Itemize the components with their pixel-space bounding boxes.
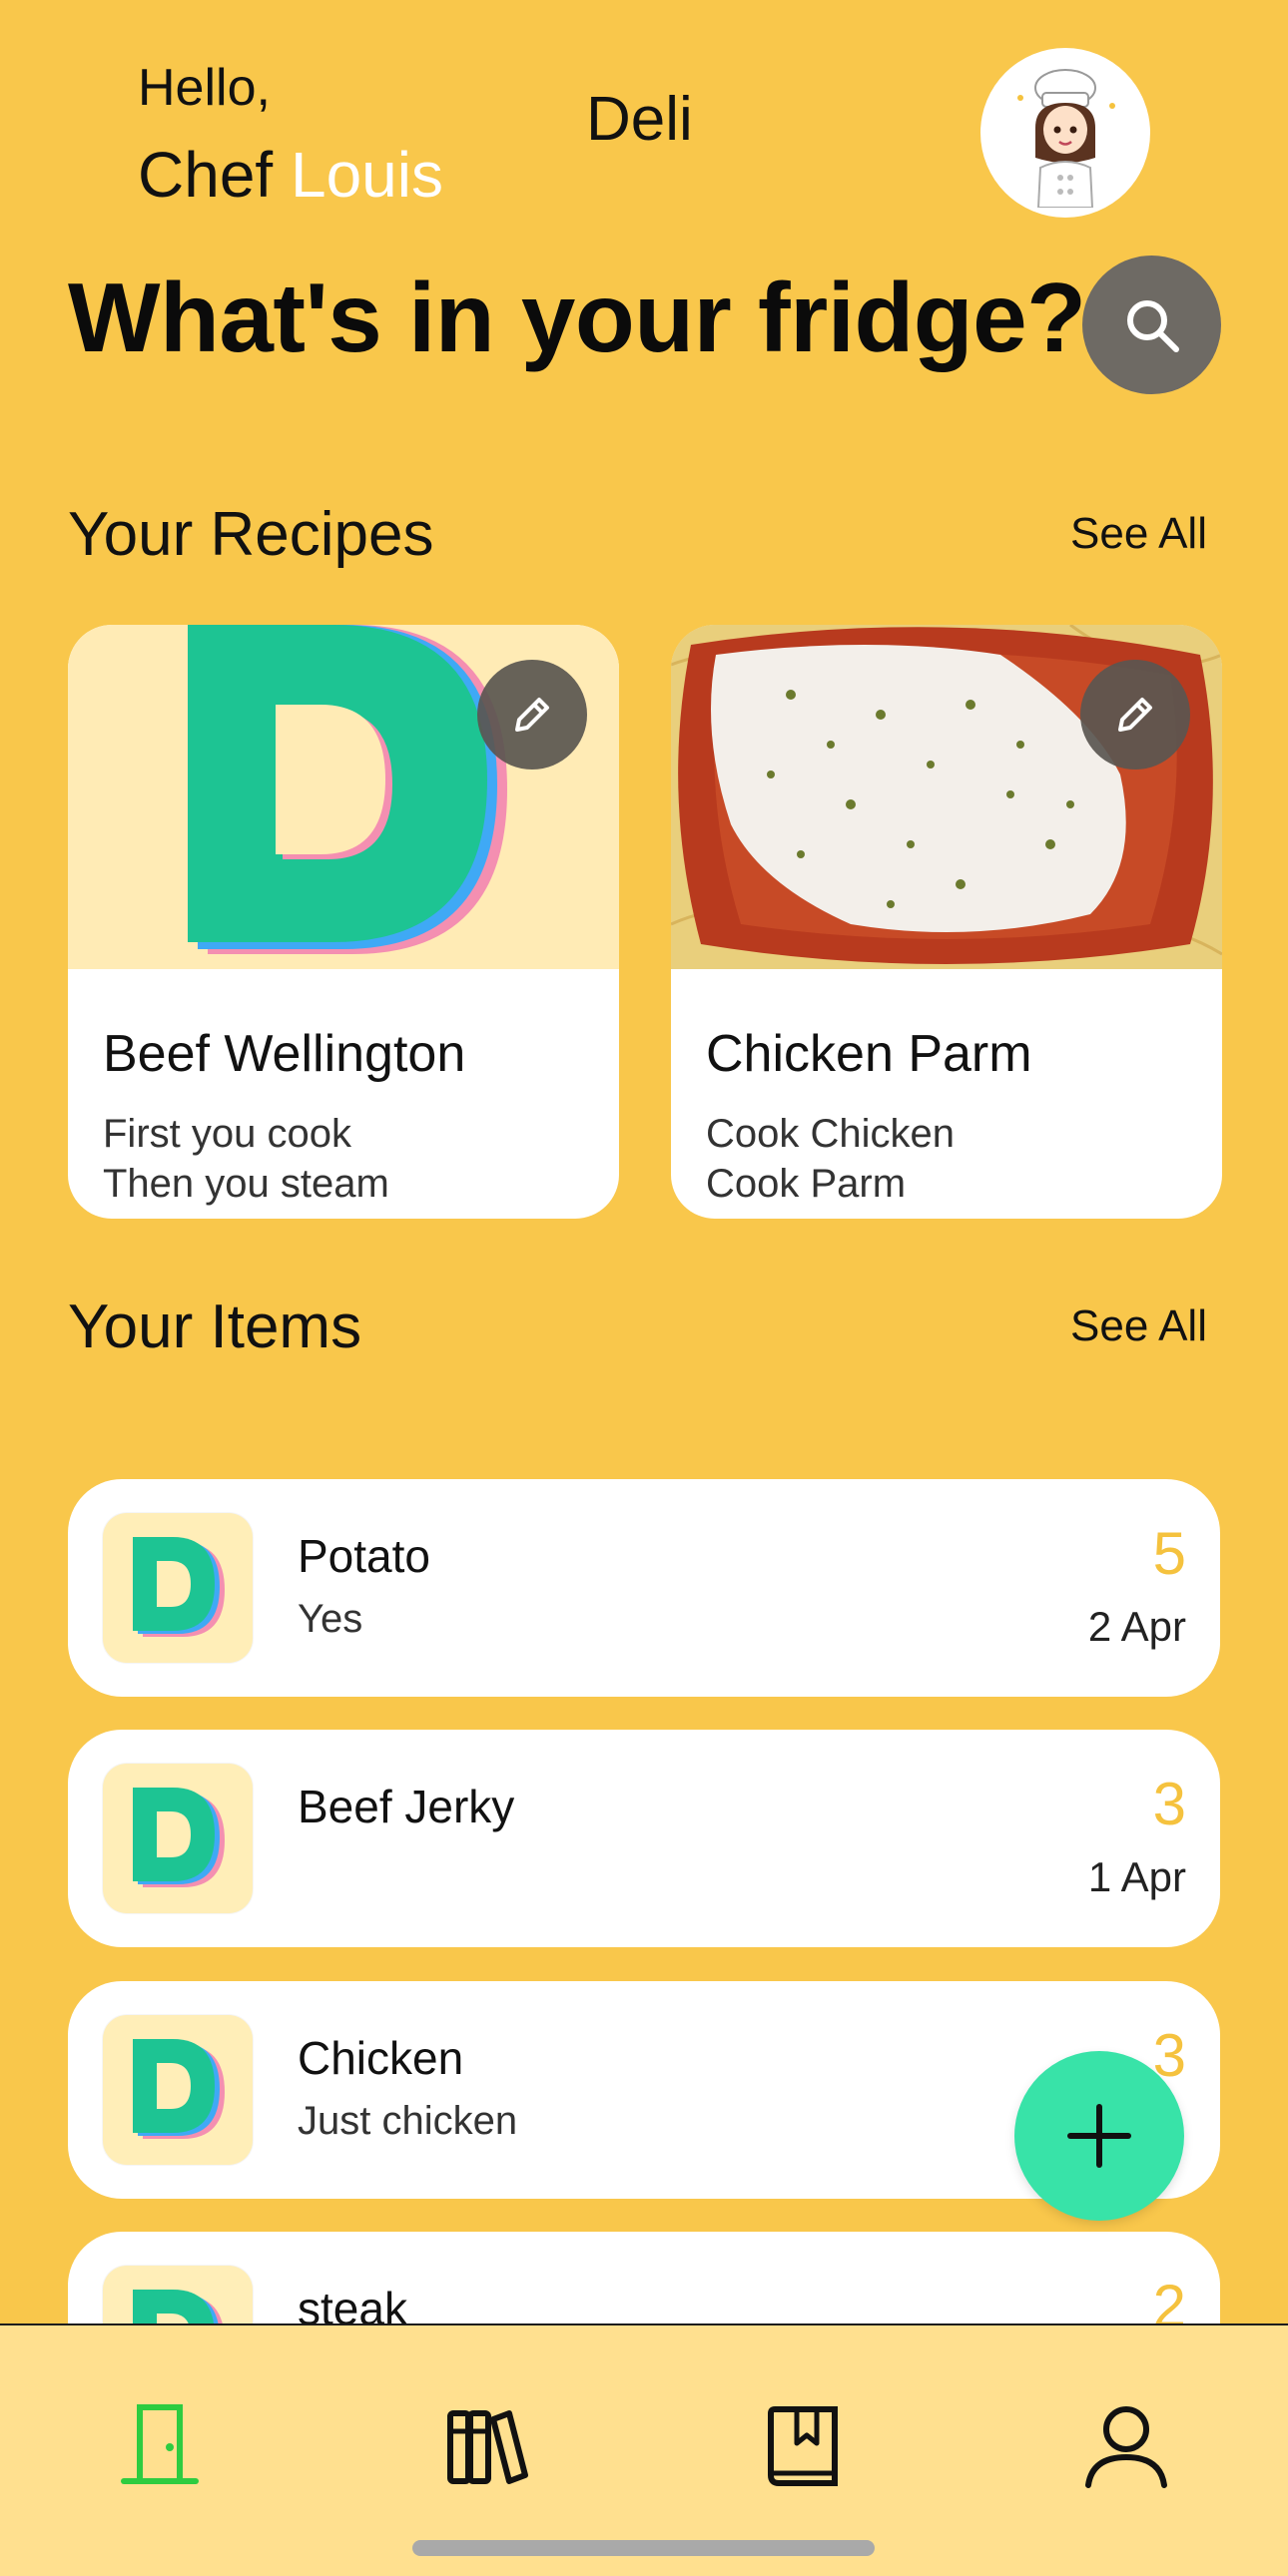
bookmark-book-icon — [768, 2406, 838, 2486]
tab-fridge[interactable] — [100, 2385, 220, 2505]
item-thumbnail — [103, 2015, 253, 2165]
search-button[interactable] — [1082, 256, 1221, 394]
recipe-title: Beef Wellington — [103, 1025, 466, 1083]
item-thumbnail — [103, 1764, 253, 1913]
chef-prefix: Chef — [138, 139, 274, 211]
bottom-tab-bar — [0, 2323, 1288, 2576]
item-name: Potato — [298, 1530, 430, 1582]
tab-recipes[interactable] — [425, 2385, 545, 2505]
pencil-icon — [1118, 698, 1152, 732]
recipe-description-line: Cook Parm — [706, 1162, 907, 1206]
chef-avatar[interactable] — [980, 48, 1150, 218]
door-icon — [121, 2404, 199, 2484]
deli-logo-icon — [133, 1537, 225, 1637]
plus-icon — [1067, 2104, 1131, 2168]
item-name: Beef Jerky — [298, 1781, 515, 1832]
item-date: 2 Apr — [1087, 1603, 1186, 1650]
item-date: 1 Apr — [1087, 1853, 1186, 1900]
item-name: Chicken — [298, 2032, 464, 2084]
home-indicator — [412, 2540, 875, 2556]
edit-recipe-button[interactable] — [1080, 660, 1190, 770]
chef-name-highlight: Louis — [290, 139, 443, 211]
item-row[interactable]: Potato Yes 5 2 Apr — [68, 1479, 1220, 1697]
recipe-card[interactable]: Chicken Parm Cook Chicken Cook Parm — [671, 625, 1222, 1219]
deli-logo-icon — [133, 1788, 225, 1887]
books-icon — [447, 2410, 528, 2484]
item-thumbnail — [103, 1513, 253, 1663]
item-description: Just chicken — [298, 2099, 518, 2143]
item-quantity: 5 — [1152, 1520, 1186, 1587]
items-see-all-link[interactable]: See All — [1070, 1301, 1207, 1351]
tab-saved[interactable] — [745, 2385, 865, 2505]
item-quantity: 3 — [1152, 1771, 1186, 1837]
greeting-text: Hello, — [138, 59, 271, 117]
page-headline: What's in your fridge? — [68, 262, 1086, 372]
profile-icon — [1085, 2406, 1167, 2488]
recipe-description-line: First you cook — [103, 1112, 351, 1156]
pencil-icon — [515, 698, 549, 732]
search-icon — [1126, 299, 1179, 352]
items-section-title: Your Items — [68, 1292, 362, 1361]
chef-name: Chef Louis — [138, 138, 443, 212]
recipes-see-all-link[interactable]: See All — [1070, 509, 1207, 559]
tab-profile[interactable] — [1066, 2385, 1186, 2505]
recipe-description-line: Cook Chicken — [706, 1112, 956, 1156]
add-item-button[interactable] — [1014, 2051, 1184, 2221]
app-title: Deli — [586, 85, 693, 154]
deli-logo-icon — [133, 2039, 225, 2139]
chef-avatar-illustration — [1017, 69, 1115, 208]
item-row[interactable]: Beef Jerky 3 1 Apr — [68, 1730, 1220, 1947]
recipe-description-line: Then you steam — [103, 1162, 389, 1206]
edit-recipe-button[interactable] — [477, 660, 587, 770]
recipe-card[interactable]: Beef Wellington First you cook Then you … — [68, 625, 619, 1219]
item-description: Yes — [298, 1597, 363, 1641]
recipe-title: Chicken Parm — [706, 1025, 1032, 1083]
recipes-section-title: Your Recipes — [68, 500, 434, 569]
